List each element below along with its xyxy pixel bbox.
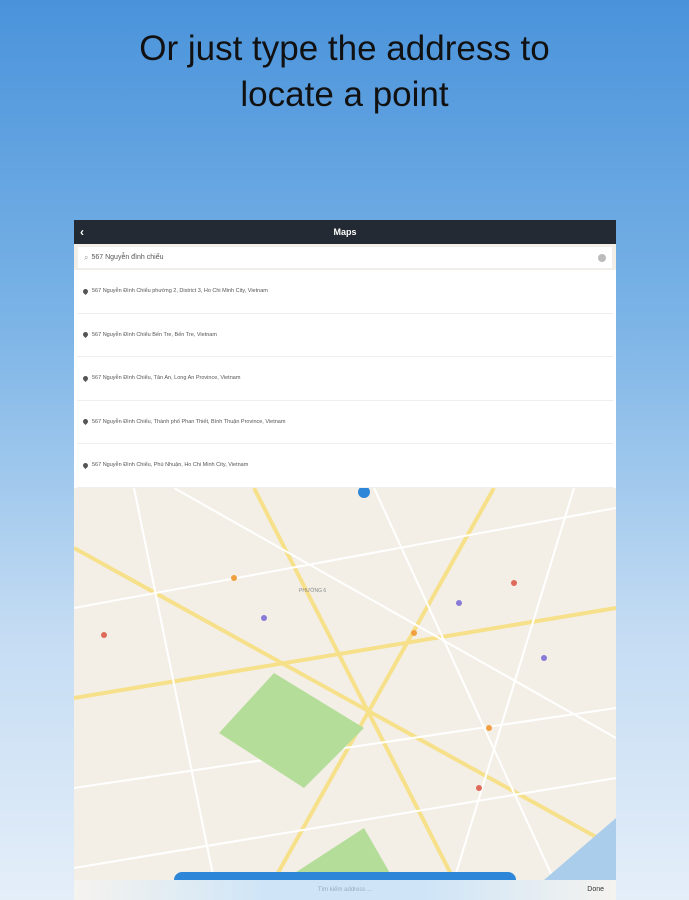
address-placeholder[interactable]: Tìm kiếm address ... [74, 887, 616, 893]
pin-icon [81, 374, 90, 382]
result-item[interactable]: 567 Nguyễn Đình Chiểu, Thành phố Phan Th… [77, 401, 613, 444]
back-button[interactable]: ‹ [80, 220, 84, 244]
search-value: 567 Nguyễn đình chiểu [91, 254, 164, 261]
headline: Or just type the address to locate a poi… [0, 26, 689, 118]
nav-title: Maps [333, 227, 357, 237]
headline-line-2: locate a point [240, 75, 449, 114]
result-label: 567 Nguyễn Đình Chiểu, Thành phố Phan Th… [92, 418, 286, 425]
result-label: 567 Nguyễn Đình Chiểu, Phú Nhuận, Ho Chi… [92, 462, 249, 469]
map-district-label: PHƯỜNG 6 [299, 587, 326, 594]
result-item[interactable]: 567 Nguyễn Đình Chiểu Bến Tre, Bến Tre, … [77, 314, 613, 357]
results-list: 567 Nguyễn Đình Chiểu phường 2, District… [74, 270, 616, 488]
pin-icon [81, 287, 90, 295]
result-label: 567 Nguyễn Đình Chiểu, Tân An, Long An P… [92, 375, 241, 382]
pin-icon [81, 331, 90, 339]
map-canvas: PHƯỜNG 6 [74, 486, 616, 881]
clear-icon[interactable] [598, 253, 606, 262]
pin-icon [81, 418, 90, 426]
result-label: 567 Nguyễn Đình Chiểu phường 2, District… [92, 288, 268, 295]
done-button[interactable]: Done [587, 886, 604, 893]
keyboard-accessory-bar [174, 872, 516, 880]
result-label: 567 Nguyễn Đình Chiểu Bến Tre, Bến Tre, … [92, 331, 217, 338]
headline-line-1: Or just type the address to [139, 29, 550, 68]
result-item[interactable]: 567 Nguyễn Đình Chiểu, Phú Nhuận, Ho Chi… [77, 444, 613, 488]
result-item[interactable]: 567 Nguyễn Đình Chiểu, Tân An, Long An P… [77, 357, 613, 401]
nav-bar: ‹ Maps [74, 220, 616, 244]
result-item[interactable]: 567 Nguyễn Đình Chiểu phường 2, District… [77, 270, 613, 314]
search-input[interactable]: ⌕ 567 Nguyễn đình chiểu [77, 246, 613, 269]
device-screen: PHƯỜNG 6 ‹ Maps ⌕ 567 Nguyễn đình chiểu … [74, 220, 616, 900]
map-view[interactable]: PHƯỜNG 6 [74, 486, 616, 881]
bottom-bar: Tìm kiếm address ... Done [74, 880, 616, 900]
search-icon: ⌕ [84, 252, 89, 262]
pin-icon [81, 461, 90, 469]
